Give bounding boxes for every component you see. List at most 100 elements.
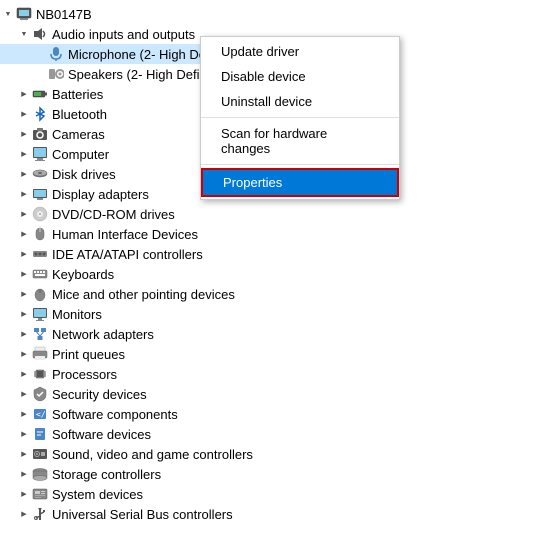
tree-item-monitors[interactable]: Monitors: [0, 304, 260, 324]
tree-item-network[interactable]: Network adapters: [0, 324, 260, 344]
tree-item-dvd[interactable]: DVD/CD-ROM drives: [0, 204, 260, 224]
tree-item-label-diskdrives: Disk drives: [52, 167, 116, 182]
tree-item-label-system: System devices: [52, 487, 143, 502]
tree-item-softwaredev[interactable]: Software devices: [0, 424, 260, 444]
cameras-icon: [32, 126, 48, 142]
tree-item-softwarecomp[interactable]: </> Software components: [0, 404, 260, 424]
root-icon: [16, 6, 32, 22]
tree-item-label-print: Print queues: [52, 347, 125, 362]
usb-icon: [32, 506, 48, 522]
processors-icon: [32, 366, 48, 382]
chevron-collapsed-icon[interactable]: [16, 86, 32, 102]
chevron-collapsed-icon[interactable]: [16, 266, 32, 282]
tree-item-system[interactable]: System devices: [0, 484, 260, 504]
chevron-collapsed-icon[interactable]: [16, 126, 32, 142]
chevron-collapsed-icon[interactable]: [16, 166, 32, 182]
tree-item-label-monitors: Monitors: [52, 307, 102, 322]
tree-item-sound[interactable]: Sound, video and game controllers: [0, 444, 260, 464]
menu-item-disable-device[interactable]: Disable device: [201, 64, 399, 89]
tree-item-label-computer: Computer: [52, 147, 109, 162]
tree-item-label-audio: Audio inputs and outputs: [52, 27, 195, 42]
chevron-collapsed-icon[interactable]: [16, 326, 32, 342]
chevron-collapsed-icon[interactable]: [16, 186, 32, 202]
tree-item-label-softwarecomp: Software components: [52, 407, 178, 422]
menu-item-uninstall-device[interactable]: Uninstall device: [201, 89, 399, 114]
monitors-icon: [32, 306, 48, 322]
tree-item-label-ide: IDE ATA/ATAPI controllers: [52, 247, 203, 262]
chevron-collapsed-icon[interactable]: [16, 466, 32, 482]
chevron-collapsed-icon[interactable]: [16, 426, 32, 442]
computer-icon: [32, 146, 48, 162]
chevron-collapsed-icon[interactable]: [16, 366, 32, 382]
tree-item-label-batteries: Batteries: [52, 87, 103, 102]
chevron-collapsed-icon[interactable]: [16, 206, 32, 222]
chevron-expanded-icon[interactable]: [16, 26, 32, 42]
softwarecomp-icon: </>: [32, 406, 48, 422]
chevron-collapsed-icon[interactable]: [16, 386, 32, 402]
menu-item-update-driver[interactable]: Update driver: [201, 39, 399, 64]
tree-item-label-usb: Universal Serial Bus controllers: [52, 507, 233, 522]
menu-item-properties[interactable]: Properties: [201, 168, 399, 197]
tree-item-label-hid: Human Interface Devices: [52, 227, 198, 242]
menu-divider: [201, 164, 399, 165]
chevron-collapsed-icon[interactable]: [16, 306, 32, 322]
context-menu: Update driverDisable deviceUninstall dev…: [200, 36, 400, 200]
tree-item-label-network: Network adapters: [52, 327, 154, 342]
tree-item-label-dvd: DVD/CD-ROM drives: [52, 207, 175, 222]
chevron-collapsed-icon[interactable]: [16, 486, 32, 502]
tree-item-label-bluetooth: Bluetooth: [52, 107, 107, 122]
menu-item-scan-hardware[interactable]: Scan for hardware changes: [201, 121, 399, 161]
tree-item-label-sound: Sound, video and game controllers: [52, 447, 253, 462]
hid-icon: [32, 226, 48, 242]
mice-icon: [32, 286, 48, 302]
tree-item-processors[interactable]: Processors: [0, 364, 260, 384]
menu-divider: [201, 117, 399, 118]
tree-item-hid[interactable]: Human Interface Devices: [0, 224, 260, 244]
system-icon: [32, 486, 48, 502]
network-icon: [32, 326, 48, 342]
keyboards-icon: [32, 266, 48, 282]
tree-item-label-displayadapters: Display adapters: [52, 187, 149, 202]
chevron-collapsed-icon[interactable]: [16, 146, 32, 162]
tree-item-mice[interactable]: Mice and other pointing devices: [0, 284, 260, 304]
chevron-expanded-icon[interactable]: [0, 6, 16, 22]
tree-item-ide[interactable]: IDE ATA/ATAPI controllers: [0, 244, 260, 264]
audio-icon: [32, 26, 48, 42]
tree-item-label-keyboards: Keyboards: [52, 267, 114, 282]
print-icon: [32, 346, 48, 362]
tree-item-label-softwaredev: Software devices: [52, 427, 151, 442]
softwaredev-icon: [32, 426, 48, 442]
diskdrives-icon: [32, 166, 48, 182]
chevron-collapsed-icon[interactable]: [16, 246, 32, 262]
dvd-icon: [32, 206, 48, 222]
tree-item-security[interactable]: Security devices: [0, 384, 260, 404]
tree-item-root[interactable]: NB0147B: [0, 4, 260, 24]
microphone-icon: [48, 46, 64, 62]
tree-item-label-storage: Storage controllers: [52, 467, 161, 482]
chevron-collapsed-icon[interactable]: [16, 286, 32, 302]
bluetooth-icon: [32, 106, 48, 122]
tree-item-label-processors: Processors: [52, 367, 117, 382]
svg-text:</>: </>: [36, 410, 48, 419]
tree-item-storage[interactable]: Storage controllers: [0, 464, 260, 484]
speakers-icon: [48, 66, 64, 82]
chevron-collapsed-icon[interactable]: [16, 446, 32, 462]
batteries-icon: [32, 86, 48, 102]
tree-item-print[interactable]: Print queues: [0, 344, 260, 364]
tree-item-keyboards[interactable]: Keyboards: [0, 264, 260, 284]
chevron-collapsed-icon[interactable]: [16, 226, 32, 242]
displayadapters-icon: [32, 186, 48, 202]
chevron-collapsed-icon[interactable]: [16, 106, 32, 122]
chevron-collapsed-icon[interactable]: [16, 346, 32, 362]
tree-item-label-cameras: Cameras: [52, 127, 105, 142]
ide-icon: [32, 246, 48, 262]
tree-item-label-security: Security devices: [52, 387, 147, 402]
chevron-collapsed-icon[interactable]: [16, 506, 32, 522]
tree-item-label-root: NB0147B: [36, 7, 92, 22]
tree-item-usb[interactable]: Universal Serial Bus controllers: [0, 504, 260, 524]
chevron-collapsed-icon[interactable]: [16, 406, 32, 422]
sound-icon: [32, 446, 48, 462]
storage-icon: [32, 466, 48, 482]
security-icon: [32, 386, 48, 402]
tree-item-label-mice: Mice and other pointing devices: [52, 287, 235, 302]
